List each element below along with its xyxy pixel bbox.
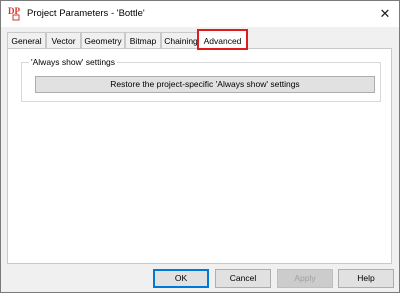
tab-chaining[interactable]: Chaining (161, 32, 201, 49)
title-bar: DP Project Parameters - 'Bottle' ✕ (1, 1, 399, 27)
dialog-window: DP Project Parameters - 'Bottle' ✕ Gener… (0, 0, 400, 293)
tab-vector[interactable]: Vector (46, 32, 81, 49)
help-button[interactable]: Help (338, 269, 394, 288)
tab-geometry[interactable]: Geometry (81, 32, 125, 49)
tab-strip: General Vector Geometry Bitmap Chaining … (7, 29, 397, 50)
ok-button[interactable]: OK (153, 269, 209, 288)
tab-bitmap[interactable]: Bitmap (125, 32, 161, 49)
always-show-settings-group: 'Always show' settings Restore the proje… (21, 57, 381, 102)
close-icon[interactable]: ✕ (377, 6, 393, 22)
window-title: Project Parameters - 'Bottle' (27, 8, 145, 19)
tab-advanced[interactable]: Advanced (197, 29, 248, 50)
apply-button[interactable]: Apply (277, 269, 333, 288)
cancel-button[interactable]: Cancel (215, 269, 271, 288)
tab-general[interactable]: General (7, 32, 46, 49)
restore-always-show-button[interactable]: Restore the project-specific 'Always sho… (35, 76, 375, 93)
group-label: 'Always show' settings (29, 57, 118, 67)
tab-panel-advanced: 'Always show' settings Restore the proje… (7, 48, 392, 264)
dp-logo-icon: DP (8, 6, 20, 21)
